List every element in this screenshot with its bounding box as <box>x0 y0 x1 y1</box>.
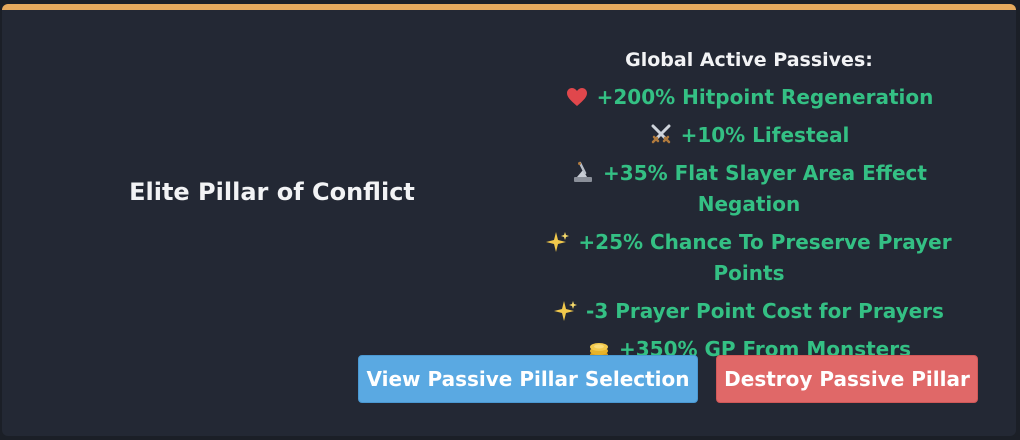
passive-item: +200% Hitpoint Regeneration <box>499 82 999 113</box>
passive-item: +10% Lifesteal <box>499 120 999 151</box>
pillar-card: Elite Pillar of Conflict Global Active P… <box>2 4 1016 436</box>
passive-text: +25% Chance To Preserve Prayer Points <box>578 230 952 285</box>
sparkle-icon <box>554 299 578 323</box>
view-passive-pillar-selection-button[interactable]: View Passive Pillar Selection <box>358 355 698 403</box>
passive-text: +10% Lifesteal <box>680 123 850 147</box>
crossed-swords-icon <box>649 123 673 147</box>
heart-icon <box>565 85 589 109</box>
pillar-name: Elite Pillar of Conflict <box>129 178 415 206</box>
passive-text: +35% Flat Slayer Area Effect Negation <box>603 161 927 216</box>
action-buttons: View Passive Pillar Selection Destroy Pa… <box>358 355 998 403</box>
passive-item: -3 Prayer Point Cost for Prayers <box>499 296 999 327</box>
passive-item: +35% Flat Slayer Area Effect Negation <box>499 158 999 220</box>
passive-item: +25% Chance To Preserve Prayer Points <box>499 227 999 289</box>
passive-text: +200% Hitpoint Regeneration <box>596 85 934 109</box>
global-passives-panel: Global Active Passives: +200% Hitpoint R… <box>499 48 999 372</box>
passive-text: -3 Prayer Point Cost for Prayers <box>586 299 944 323</box>
passives-title: Global Active Passives: <box>625 49 873 71</box>
destroy-passive-pillar-button[interactable]: Destroy Passive Pillar <box>716 355 978 403</box>
slayer-icon <box>571 161 595 185</box>
sparkle-icon <box>546 230 570 254</box>
